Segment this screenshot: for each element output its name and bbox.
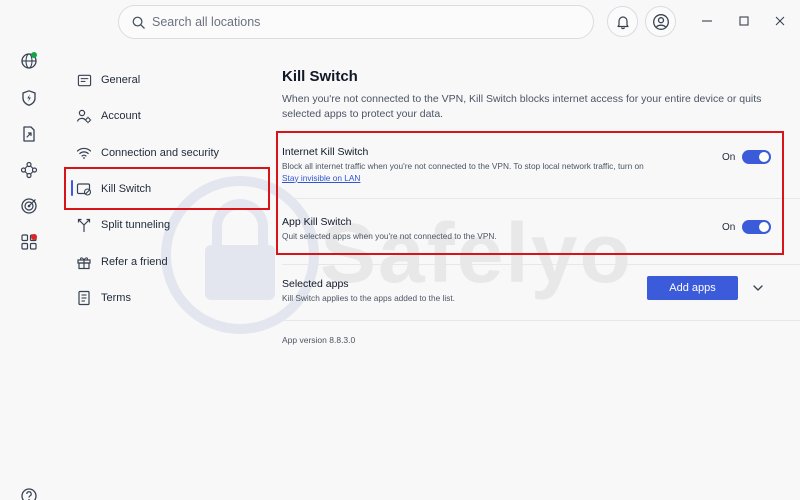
search-input[interactable] <box>152 15 572 29</box>
wifi-icon <box>76 145 92 161</box>
help-icon <box>20 487 38 500</box>
profile-button[interactable] <box>645 6 676 37</box>
status-dot-red <box>31 234 37 240</box>
page-title: Kill Switch <box>282 68 358 85</box>
divider <box>282 264 800 265</box>
minimize-button[interactable] <box>700 14 714 28</box>
rail-threat-button[interactable] <box>19 196 39 216</box>
nav-label: Split tunneling <box>101 219 171 231</box>
status-dot-green <box>31 52 37 58</box>
highlight-box-content <box>276 131 784 255</box>
minimize-icon <box>701 15 713 27</box>
user-avatar-icon <box>652 13 670 31</box>
mesh-network-icon <box>20 161 38 179</box>
nav-item-connection-security[interactable]: Connection and security <box>76 139 256 167</box>
nav-label: Terms <box>101 292 131 304</box>
search-icon <box>131 15 146 30</box>
general-icon <box>76 72 92 88</box>
page-description: When you're not connected to the VPN, Ki… <box>282 93 762 120</box>
close-icon <box>774 15 786 27</box>
gift-icon <box>76 254 92 270</box>
maximize-icon <box>738 15 750 27</box>
nav-label: Refer a friend <box>101 256 168 268</box>
expand-selected-apps-button[interactable] <box>752 282 764 294</box>
selected-apps-description: Kill Switch applies to the apps added to… <box>282 293 455 303</box>
rail-files-button[interactable] <box>19 124 39 144</box>
nav-item-general[interactable]: General <box>76 66 256 94</box>
app-version: App version 8.8.3.0 <box>282 335 356 345</box>
nav-item-terms[interactable]: Terms <box>76 284 256 312</box>
add-apps-button[interactable]: Add apps <box>647 276 738 300</box>
document-icon <box>76 290 92 306</box>
account-gear-icon <box>76 108 92 124</box>
split-tunneling-icon <box>76 217 92 233</box>
nav-label: General <box>101 74 141 86</box>
nav-label: Connection and security <box>101 147 220 159</box>
notifications-button[interactable] <box>607 6 638 37</box>
bell-icon <box>615 14 631 30</box>
maximize-button[interactable] <box>737 14 751 28</box>
search-bar[interactable] <box>118 5 594 39</box>
shield-bolt-icon <box>20 89 38 107</box>
highlight-box-nav <box>64 167 270 210</box>
rail-protection-button[interactable] <box>19 88 39 108</box>
rail-help-button[interactable] <box>19 486 39 500</box>
divider <box>282 320 800 321</box>
nav-item-split-tunneling[interactable]: Split tunneling <box>76 211 256 239</box>
nav-label: Account <box>101 110 141 122</box>
rail-meshnet-button[interactable] <box>19 160 39 180</box>
nav-item-refer-friend[interactable]: Refer a friend <box>76 248 256 276</box>
chevron-down-icon <box>752 282 764 294</box>
target-icon <box>20 197 38 215</box>
close-button[interactable] <box>773 14 787 28</box>
nav-item-account[interactable]: Account <box>76 102 256 130</box>
file-share-icon <box>20 125 38 143</box>
